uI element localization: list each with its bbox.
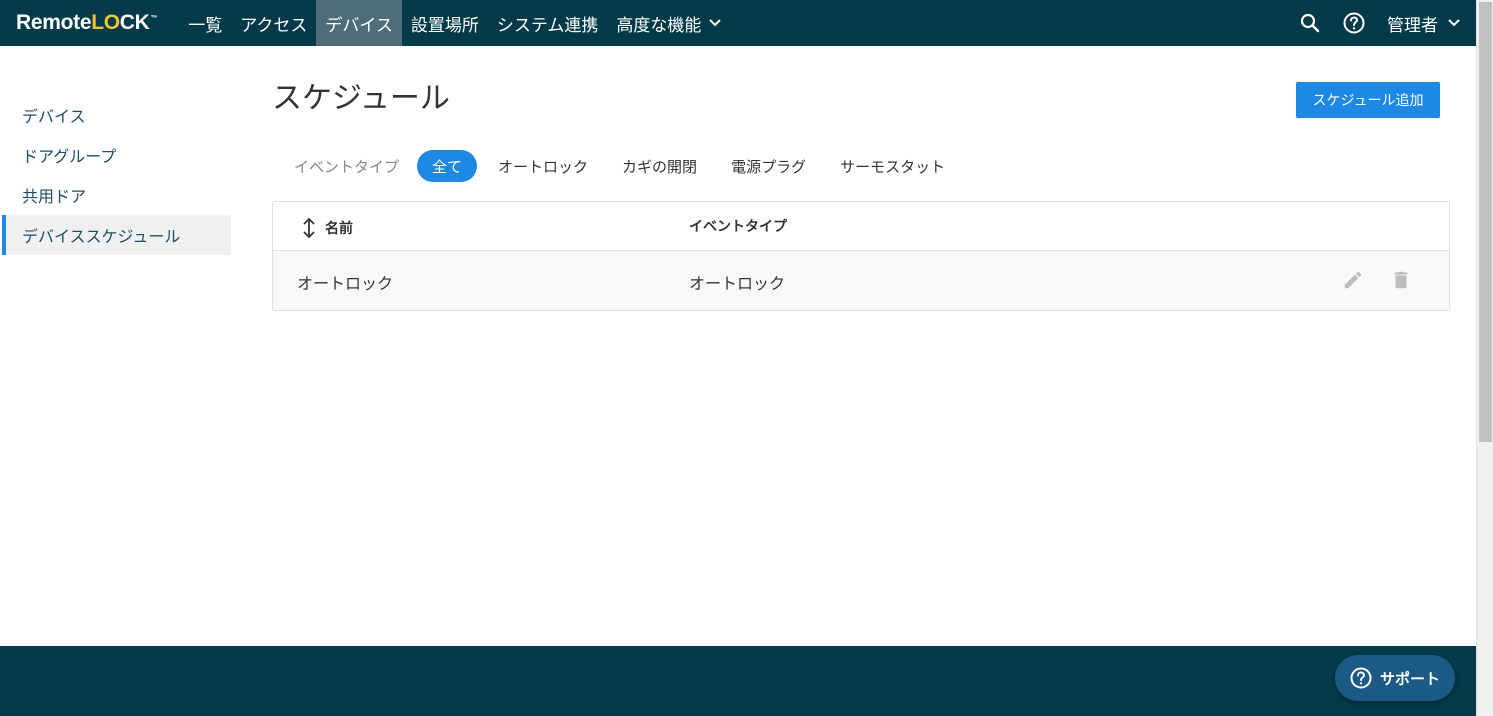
chevron-down-icon <box>709 16 722 30</box>
logo-text-l: L <box>91 11 104 34</box>
logo-text-start: Remote <box>16 11 92 34</box>
nav-item-locations[interactable]: 設置場所 <box>402 0 488 46</box>
sidebar-item-shared-doors[interactable]: 共用ドア <box>2 175 231 215</box>
main-nav: 一覧 アクセス デバイス 設置場所 システム連携 高度な機能 <box>179 0 730 46</box>
nav-item-access[interactable]: アクセス <box>231 0 316 46</box>
trash-icon[interactable] <box>1390 269 1412 291</box>
column-header-label: イベントタイプ <box>689 219 787 235</box>
sidebar-item-label: デバイススケジュール <box>22 227 181 246</box>
nav-right-controls: 管理者 <box>1299 0 1460 46</box>
scrollbar-thumb[interactable] <box>1479 2 1492 442</box>
column-header-event-type: イベントタイプ <box>689 216 787 236</box>
nav-item-label: 設置場所 <box>410 15 479 36</box>
sidebar: デバイス ドアグループ 共用ドア デバイススケジュール <box>2 95 231 255</box>
top-navbar: Remote L O CK ™ 一覧 アクセス デバイス 設置場所 システム連携 高度な… <box>0 0 1476 46</box>
nav-item-advanced[interactable]: 高度な機能 <box>607 0 730 46</box>
filter-chip-autolock[interactable]: オートロック <box>481 150 605 182</box>
nav-item-overview[interactable]: 一覧 <box>179 0 231 46</box>
nav-item-label: 高度な機能 <box>616 15 702 36</box>
nav-item-label: デバイス <box>325 15 393 36</box>
cell-name[interactable]: オートロック <box>297 270 393 294</box>
support-button[interactable]: サポート <box>1335 655 1455 701</box>
help-icon[interactable] <box>1343 12 1365 34</box>
help-icon <box>1350 667 1372 689</box>
chevron-down-icon <box>1448 16 1460 30</box>
filter-chip-all[interactable]: 全て <box>417 150 478 182</box>
event-type-filters: イベントタイプ 全て オートロック カギの開閉 電源プラグ サーモスタット <box>272 150 962 182</box>
page-title: スケジュール <box>272 81 450 116</box>
sidebar-item-device-schedules[interactable]: デバイススケジュール <box>2 215 231 255</box>
sidebar-item-label: ドアグループ <box>22 147 117 166</box>
table-row: オートロック オートロック <box>273 251 1449 310</box>
user-label: 管理者 <box>1387 15 1438 36</box>
sort-icon[interactable] <box>301 217 317 239</box>
schedule-table: 名前 イベントタイプ オートロック オートロック <box>272 201 1450 311</box>
logo-text-o: O <box>103 11 120 34</box>
table-header: 名前 イベントタイプ <box>273 202 1449 251</box>
column-header-name[interactable]: 名前 <box>301 217 353 239</box>
filter-label: イベントタイプ <box>294 157 400 176</box>
nav-item-label: システム連携 <box>496 15 599 36</box>
footer <box>0 646 1476 716</box>
nav-item-label: アクセス <box>240 15 308 36</box>
main-content: スケジュール スケジュール追加 イベントタイプ 全て オートロック カギの開閉 … <box>272 78 1450 311</box>
filter-chip-power-plug[interactable]: 電源プラグ <box>714 150 823 182</box>
support-label: サポート <box>1379 669 1440 688</box>
cell-event-type: オートロック <box>689 274 786 293</box>
sidebar-item-devices[interactable]: デバイス <box>2 95 231 135</box>
add-schedule-button[interactable]: スケジュール追加 <box>1296 82 1440 118</box>
filter-chip-lock-unlock[interactable]: カギの開閉 <box>605 150 714 182</box>
sidebar-item-label: 共用ドア <box>22 187 87 206</box>
search-icon[interactable] <box>1299 12 1321 34</box>
filter-chip-thermostat[interactable]: サーモスタット <box>823 150 962 182</box>
remotelock-logo[interactable]: Remote L O CK ™ <box>16 0 158 46</box>
column-header-label: 名前 <box>325 221 353 237</box>
sidebar-item-door-groups[interactable]: ドアグループ <box>2 135 231 175</box>
nav-item-devices[interactable]: デバイス <box>316 0 402 46</box>
edit-icon[interactable] <box>1342 269 1364 291</box>
page-scrollbar[interactable] <box>1476 0 1493 716</box>
user-menu[interactable]: 管理者 <box>1387 11 1460 36</box>
logo-text-end: CK <box>119 11 150 34</box>
nav-item-integrations[interactable]: システム連携 <box>488 0 608 46</box>
nav-item-label: 一覧 <box>188 15 223 36</box>
sidebar-item-label: デバイス <box>22 107 86 126</box>
logo-trademark: ™ <box>150 14 158 22</box>
